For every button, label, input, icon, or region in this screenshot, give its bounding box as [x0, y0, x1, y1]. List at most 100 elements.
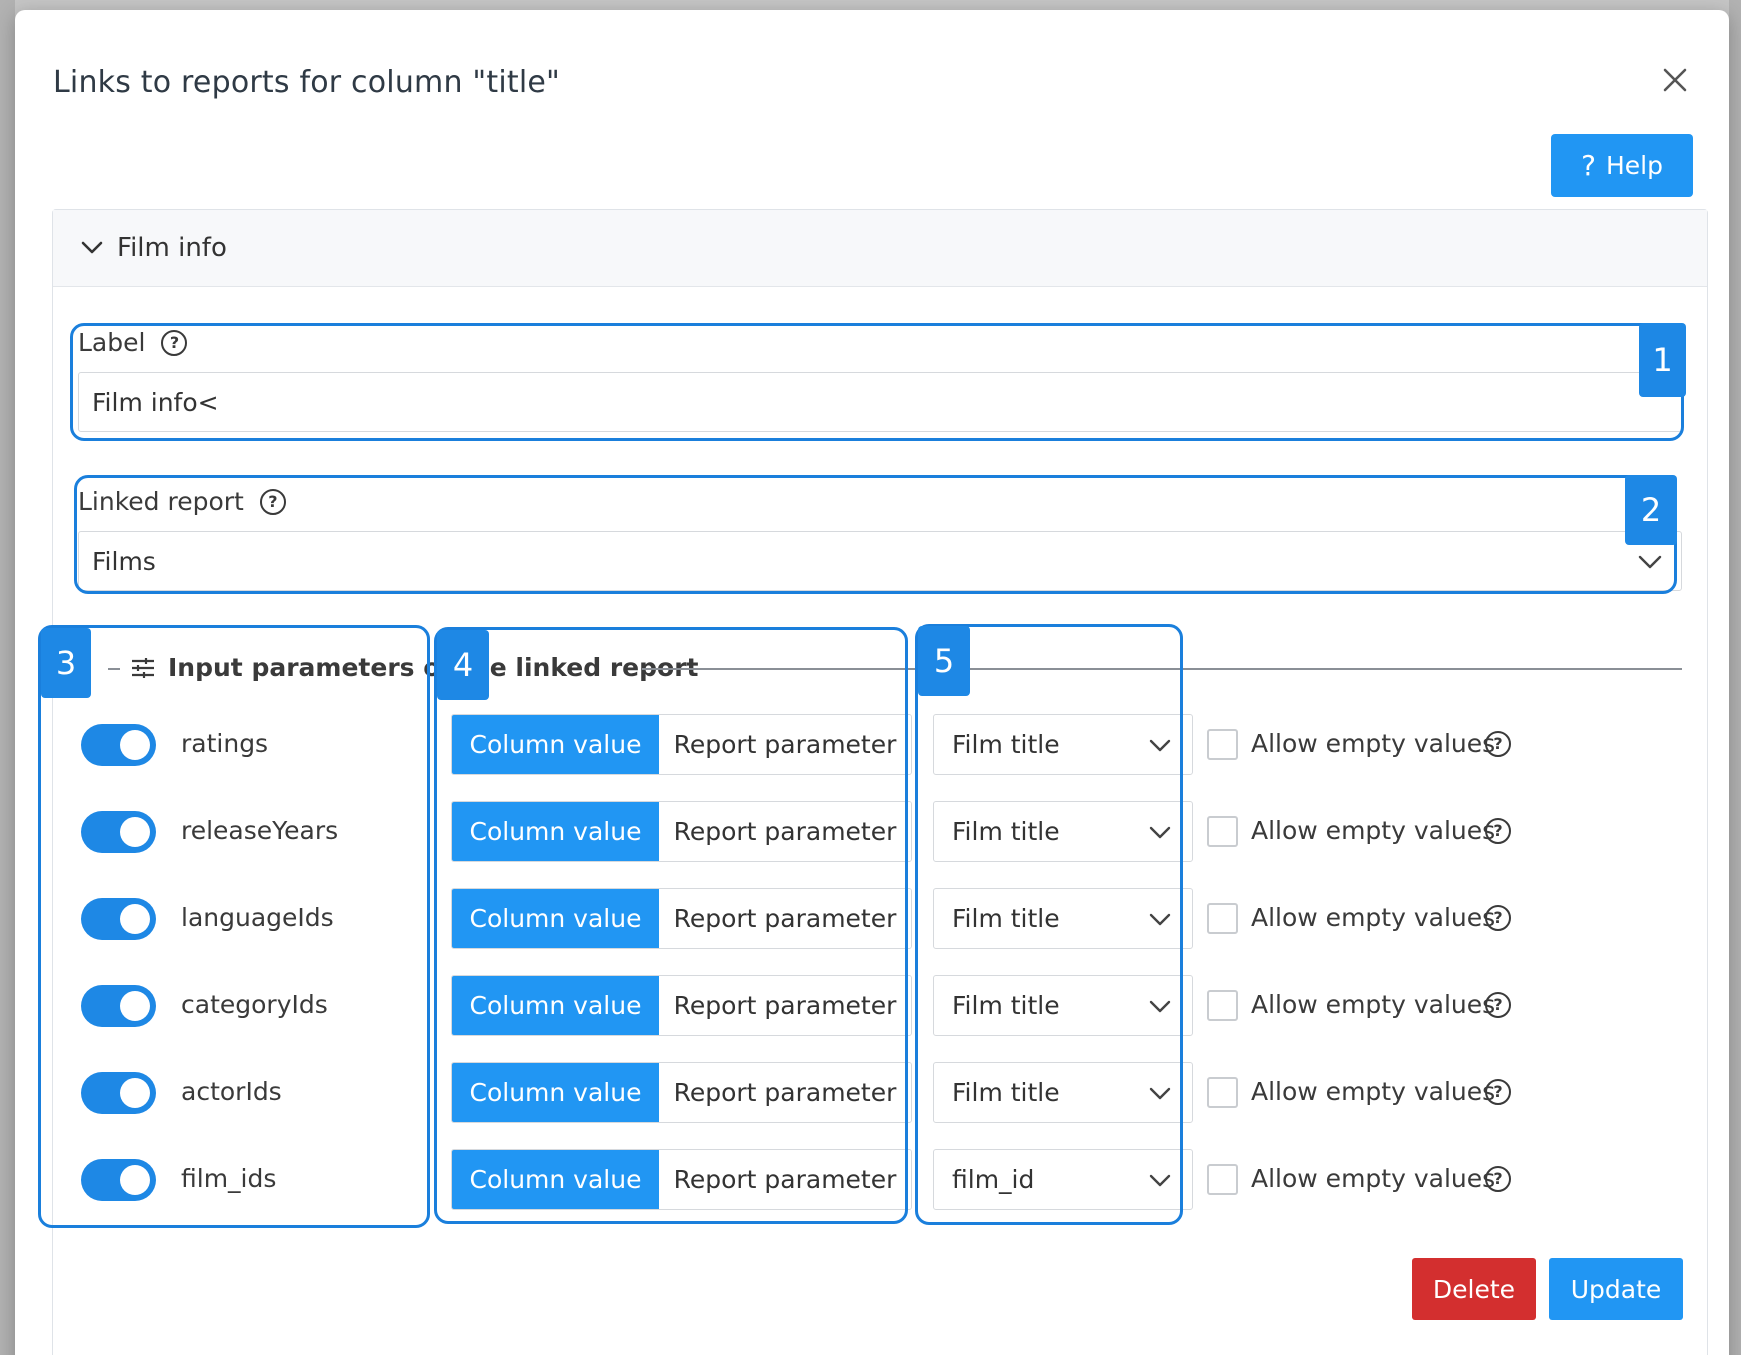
param-column-value: Film title — [952, 991, 1060, 1020]
annotation-number: 3 — [41, 628, 91, 698]
allow-empty-label: Allow empty values — [1251, 990, 1496, 1019]
param-enabled-toggle[interactable] — [81, 724, 156, 766]
link-card-title: Film info — [117, 233, 227, 263]
param-row: languageIds Column value Report paramete… — [15, 887, 1729, 949]
allow-empty-label: Allow empty values — [1251, 903, 1496, 932]
param-column-select[interactable]: Film title — [933, 888, 1193, 949]
params-section-heading: Input parameters of the linked report — [130, 653, 698, 682]
chevron-down-icon — [1149, 1000, 1171, 1013]
allow-empty-checkbox[interactable] — [1207, 903, 1238, 934]
column-value-option[interactable]: Column value — [452, 1063, 659, 1122]
delete-button[interactable]: Delete — [1412, 1258, 1536, 1320]
close-button[interactable] — [1655, 60, 1695, 100]
param-enabled-toggle[interactable] — [81, 1072, 156, 1114]
params-section-title: Input parameters of the linked report — [168, 653, 699, 682]
param-column-select[interactable]: Film title — [933, 975, 1193, 1036]
section-divider — [642, 668, 1682, 670]
param-enabled-toggle[interactable] — [81, 1159, 156, 1201]
report-parameter-option[interactable]: Report parameter — [659, 802, 911, 861]
question-icon: ? — [1581, 149, 1596, 182]
chevron-down-icon — [1149, 1087, 1171, 1100]
param-column-select[interactable]: film_id — [933, 1149, 1193, 1210]
link-card-header[interactable]: Film info — [53, 210, 1707, 287]
param-row: ratings Column value Report parameter Fi… — [15, 713, 1729, 775]
help-icon[interactable]: ? — [1485, 818, 1511, 844]
annotation-number: 2 — [1625, 475, 1677, 545]
chevron-down-icon — [1149, 1174, 1171, 1187]
param-column-value: Film title — [952, 730, 1060, 759]
param-column-value: Film title — [952, 1078, 1060, 1107]
param-name: languageIds — [181, 903, 334, 932]
param-enabled-toggle[interactable] — [81, 985, 156, 1027]
column-value-option[interactable]: Column value — [452, 715, 659, 774]
param-source-segmented: Column value Report parameter — [451, 888, 912, 949]
allow-empty-checkbox[interactable] — [1207, 990, 1238, 1021]
param-source-segmented: Column value Report parameter — [451, 975, 912, 1036]
help-icon[interactable]: ? — [1485, 905, 1511, 931]
allow-empty-checkbox[interactable] — [1207, 816, 1238, 847]
param-column-value: Film title — [952, 817, 1060, 846]
label-field-text: Label — [78, 328, 146, 357]
param-source-segmented: Column value Report parameter — [451, 1149, 912, 1210]
help-icon[interactable]: ? — [1485, 1166, 1511, 1192]
param-column-value: film_id — [952, 1165, 1035, 1194]
param-name: film_ids — [181, 1164, 277, 1193]
allow-empty-label: Allow empty values — [1251, 729, 1496, 758]
param-name: actorIds — [181, 1077, 282, 1106]
chevron-down-icon — [81, 241, 103, 254]
param-source-segmented: Column value Report parameter — [451, 714, 912, 775]
column-value-option[interactable]: Column value — [452, 802, 659, 861]
report-parameter-option[interactable]: Report parameter — [659, 976, 911, 1035]
annotation-number: 1 — [1639, 323, 1686, 397]
label-input[interactable] — [78, 372, 1682, 432]
report-parameter-option[interactable]: Report parameter — [659, 1063, 911, 1122]
allow-empty-label: Allow empty values — [1251, 1077, 1496, 1106]
section-divider-left — [108, 668, 120, 670]
annotation-number: 5 — [918, 626, 970, 696]
chevron-down-icon — [1149, 913, 1171, 926]
help-icon[interactable]: ? — [161, 329, 188, 356]
param-column-value: Film title — [952, 904, 1060, 933]
update-button[interactable]: Update — [1549, 1258, 1683, 1320]
param-row: releaseYears Column value Report paramet… — [15, 800, 1729, 862]
modal-title: Links to reports for column "title" — [53, 65, 561, 100]
param-column-select[interactable]: Film title — [933, 714, 1193, 775]
linked-report-select[interactable]: Films — [78, 531, 1682, 591]
help-icon[interactable]: ? — [1485, 731, 1511, 757]
param-row: categoryIds Column value Report paramete… — [15, 974, 1729, 1036]
help-icon[interactable]: ? — [259, 488, 286, 515]
label-field-label: Label ? — [78, 328, 188, 357]
param-column-select[interactable]: Film title — [933, 801, 1193, 862]
report-parameter-option[interactable]: Report parameter — [659, 889, 911, 948]
column-value-option[interactable]: Column value — [452, 976, 659, 1035]
help-icon[interactable]: ? — [1485, 1079, 1511, 1105]
param-enabled-toggle[interactable] — [81, 898, 156, 940]
linked-report-label: Linked report ? — [78, 487, 286, 516]
allow-empty-checkbox[interactable] — [1207, 1077, 1238, 1108]
allow-empty-checkbox[interactable] — [1207, 729, 1238, 760]
param-name: ratings — [181, 729, 269, 758]
report-parameter-option[interactable]: Report parameter — [659, 715, 911, 774]
param-name: categoryIds — [181, 990, 328, 1019]
chevron-down-icon — [1149, 826, 1171, 839]
help-button-label: Help — [1605, 151, 1663, 180]
column-value-option[interactable]: Column value — [452, 889, 659, 948]
help-icon[interactable]: ? — [1485, 992, 1511, 1018]
close-icon — [1663, 68, 1687, 92]
allow-empty-label: Allow empty values — [1251, 816, 1496, 845]
chevron-down-icon — [1149, 739, 1171, 752]
allow-empty-label: Allow empty values — [1251, 1164, 1496, 1193]
allow-empty-checkbox[interactable] — [1207, 1164, 1238, 1195]
help-button[interactable]: ? Help — [1551, 134, 1693, 197]
param-column-select[interactable]: Film title — [933, 1062, 1193, 1123]
param-row: film_ids Column value Report parameter f… — [15, 1148, 1729, 1210]
linked-report-label-text: Linked report — [78, 487, 244, 516]
links-modal: Links to reports for column "title" ? He… — [15, 10, 1729, 1355]
sliders-icon — [132, 657, 154, 678]
param-source-segmented: Column value Report parameter — [451, 801, 912, 862]
report-parameter-option[interactable]: Report parameter — [659, 1150, 911, 1209]
param-enabled-toggle[interactable] — [81, 811, 156, 853]
column-value-option[interactable]: Column value — [452, 1150, 659, 1209]
linked-report-value: Films — [92, 546, 156, 576]
param-source-segmented: Column value Report parameter — [451, 1062, 912, 1123]
